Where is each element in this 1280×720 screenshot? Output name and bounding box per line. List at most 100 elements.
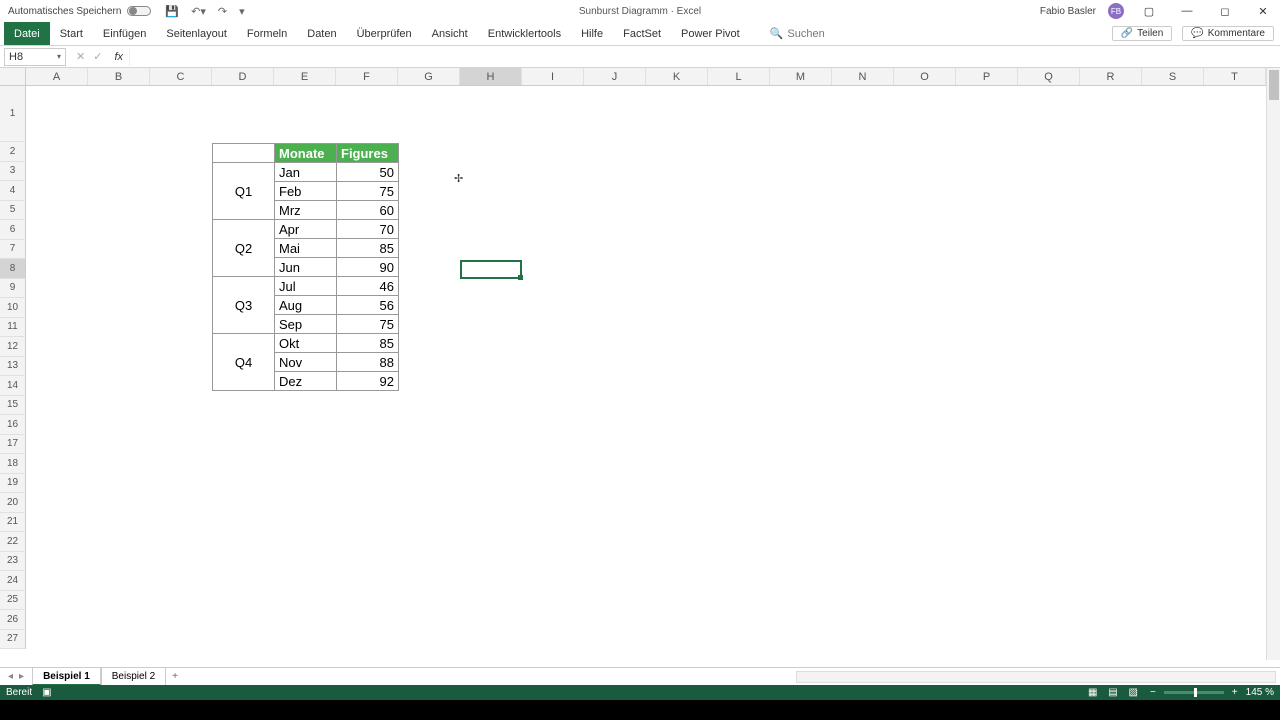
- cell-cursor-icon: ✢: [454, 172, 463, 185]
- row-header[interactable]: 3: [0, 162, 26, 182]
- column-header[interactable]: E: [274, 68, 336, 85]
- qat-dropdown-icon[interactable]: ▾: [239, 5, 245, 18]
- row-header[interactable]: 9: [0, 279, 26, 299]
- ribbon-tab-daten[interactable]: Daten: [297, 22, 346, 45]
- ribbon-tab-hilfe[interactable]: Hilfe: [571, 22, 613, 45]
- undo-icon[interactable]: ↶▾: [191, 5, 206, 18]
- row-header[interactable]: 23: [0, 552, 26, 572]
- column-header[interactable]: C: [150, 68, 212, 85]
- sheet-tab[interactable]: Beispiel 1: [32, 668, 101, 686]
- column-header[interactable]: M: [770, 68, 832, 85]
- row-header[interactable]: 1: [0, 86, 26, 142]
- row-header[interactable]: 7: [0, 240, 26, 260]
- ribbon-tab-start[interactable]: Start: [50, 22, 93, 45]
- enter-icon: ✓: [93, 50, 102, 63]
- column-header[interactable]: P: [956, 68, 1018, 85]
- row-header[interactable]: 24: [0, 571, 26, 591]
- spreadsheet-grid[interactable]: ABCDEFGHIJKLMNOPQRST 1234567891011121314…: [0, 68, 1280, 660]
- row-header[interactable]: 12: [0, 337, 26, 357]
- ribbon-tabs: DateiStartEinfügenSeitenlayoutFormelnDat…: [0, 22, 1280, 46]
- ribbon-tab-formeln[interactable]: Formeln: [237, 22, 297, 45]
- column-header[interactable]: R: [1080, 68, 1142, 85]
- sheet-nav-next-icon[interactable]: ▸: [19, 671, 24, 682]
- zoom-in-icon[interactable]: +: [1232, 687, 1238, 698]
- share-button[interactable]: 🔗 Teilen: [1112, 26, 1173, 41]
- row-header[interactable]: 25: [0, 591, 26, 611]
- row-header[interactable]: 14: [0, 376, 26, 396]
- sheet-nav-prev-icon[interactable]: ◂: [8, 671, 13, 682]
- zoom-out-icon[interactable]: −: [1150, 687, 1156, 698]
- title-bar: Automatisches Speichern 💾 ↶▾ ↷ ▾ Sunburs…: [0, 0, 1280, 22]
- search-box[interactable]: 🔍 Suchen: [770, 27, 825, 40]
- row-header[interactable]: 26: [0, 610, 26, 630]
- ribbon-tab-einfügen[interactable]: Einfügen: [93, 22, 156, 45]
- row-header[interactable]: 10: [0, 298, 26, 318]
- column-header[interactable]: K: [646, 68, 708, 85]
- page-layout-view-icon[interactable]: ▤: [1104, 687, 1121, 698]
- normal-view-icon[interactable]: ▦: [1084, 687, 1101, 698]
- row-header[interactable]: 13: [0, 357, 26, 377]
- column-header[interactable]: A: [26, 68, 88, 85]
- redo-icon[interactable]: ↷: [218, 5, 227, 18]
- column-header[interactable]: N: [832, 68, 894, 85]
- formula-bar: H8▾ ✕ ✓ fx: [0, 46, 1280, 68]
- column-header[interactable]: F: [336, 68, 398, 85]
- row-header[interactable]: 11: [0, 318, 26, 338]
- row-header[interactable]: 6: [0, 220, 26, 240]
- row-header[interactable]: 4: [0, 181, 26, 201]
- close-icon[interactable]: ✕: [1250, 5, 1276, 18]
- black-border: [0, 700, 1280, 720]
- row-header[interactable]: 17: [0, 435, 26, 455]
- fx-icon[interactable]: fx: [108, 51, 129, 63]
- page-break-view-icon[interactable]: ▧: [1125, 687, 1142, 698]
- ribbon-tab-überprüfen[interactable]: Überprüfen: [347, 22, 422, 45]
- row-header[interactable]: 19: [0, 474, 26, 494]
- active-cell[interactable]: [460, 260, 522, 279]
- save-icon[interactable]: 💾: [165, 5, 179, 18]
- column-header[interactable]: G: [398, 68, 460, 85]
- row-header[interactable]: 15: [0, 396, 26, 416]
- macro-record-icon[interactable]: ▣: [42, 687, 51, 698]
- add-sheet-button[interactable]: +: [172, 671, 178, 682]
- horizontal-scrollbar[interactable]: [796, 671, 1276, 683]
- row-header[interactable]: 27: [0, 630, 26, 650]
- row-header[interactable]: 5: [0, 201, 26, 221]
- name-box[interactable]: H8▾: [4, 48, 66, 66]
- ribbon-tab-power pivot[interactable]: Power Pivot: [671, 22, 750, 45]
- zoom-slider[interactable]: [1164, 691, 1224, 694]
- row-header[interactable]: 22: [0, 532, 26, 552]
- ribbon-tab-entwicklertools[interactable]: Entwicklertools: [478, 22, 571, 45]
- minimize-icon[interactable]: —: [1174, 5, 1200, 17]
- column-header[interactable]: D: [212, 68, 274, 85]
- column-header[interactable]: Q: [1018, 68, 1080, 85]
- column-header[interactable]: B: [88, 68, 150, 85]
- toggle-switch-icon[interactable]: [127, 6, 151, 16]
- ribbon-tab-seitenlayout[interactable]: Seitenlayout: [156, 22, 237, 45]
- column-header[interactable]: L: [708, 68, 770, 85]
- vertical-scrollbar[interactable]: [1266, 68, 1280, 660]
- maximize-icon[interactable]: ◻: [1212, 5, 1238, 18]
- formula-input[interactable]: [129, 48, 1280, 66]
- column-header[interactable]: I: [522, 68, 584, 85]
- zoom-level[interactable]: 145 %: [1246, 687, 1274, 698]
- column-header[interactable]: H: [460, 68, 522, 85]
- column-header[interactable]: S: [1142, 68, 1204, 85]
- avatar[interactable]: FB: [1108, 3, 1124, 19]
- comments-button[interactable]: 💬 Kommentare: [1182, 26, 1274, 41]
- column-header[interactable]: T: [1204, 68, 1266, 85]
- row-header[interactable]: 18: [0, 454, 26, 474]
- row-header[interactable]: 16: [0, 415, 26, 435]
- column-header[interactable]: O: [894, 68, 956, 85]
- ribbon-display-icon[interactable]: ▢: [1136, 5, 1162, 18]
- row-header[interactable]: 8: [0, 259, 26, 279]
- autosave-toggle[interactable]: Automatisches Speichern: [0, 6, 151, 17]
- ribbon-tab-datei[interactable]: Datei: [4, 22, 50, 45]
- row-header[interactable]: 21: [0, 513, 26, 533]
- row-header[interactable]: 20: [0, 493, 26, 513]
- row-header[interactable]: 2: [0, 142, 26, 162]
- ribbon-tab-factset[interactable]: FactSet: [613, 22, 671, 45]
- select-all-corner[interactable]: [0, 68, 26, 85]
- ribbon-tab-ansicht[interactable]: Ansicht: [422, 22, 478, 45]
- sheet-tab[interactable]: Beispiel 2: [101, 668, 166, 686]
- column-header[interactable]: J: [584, 68, 646, 85]
